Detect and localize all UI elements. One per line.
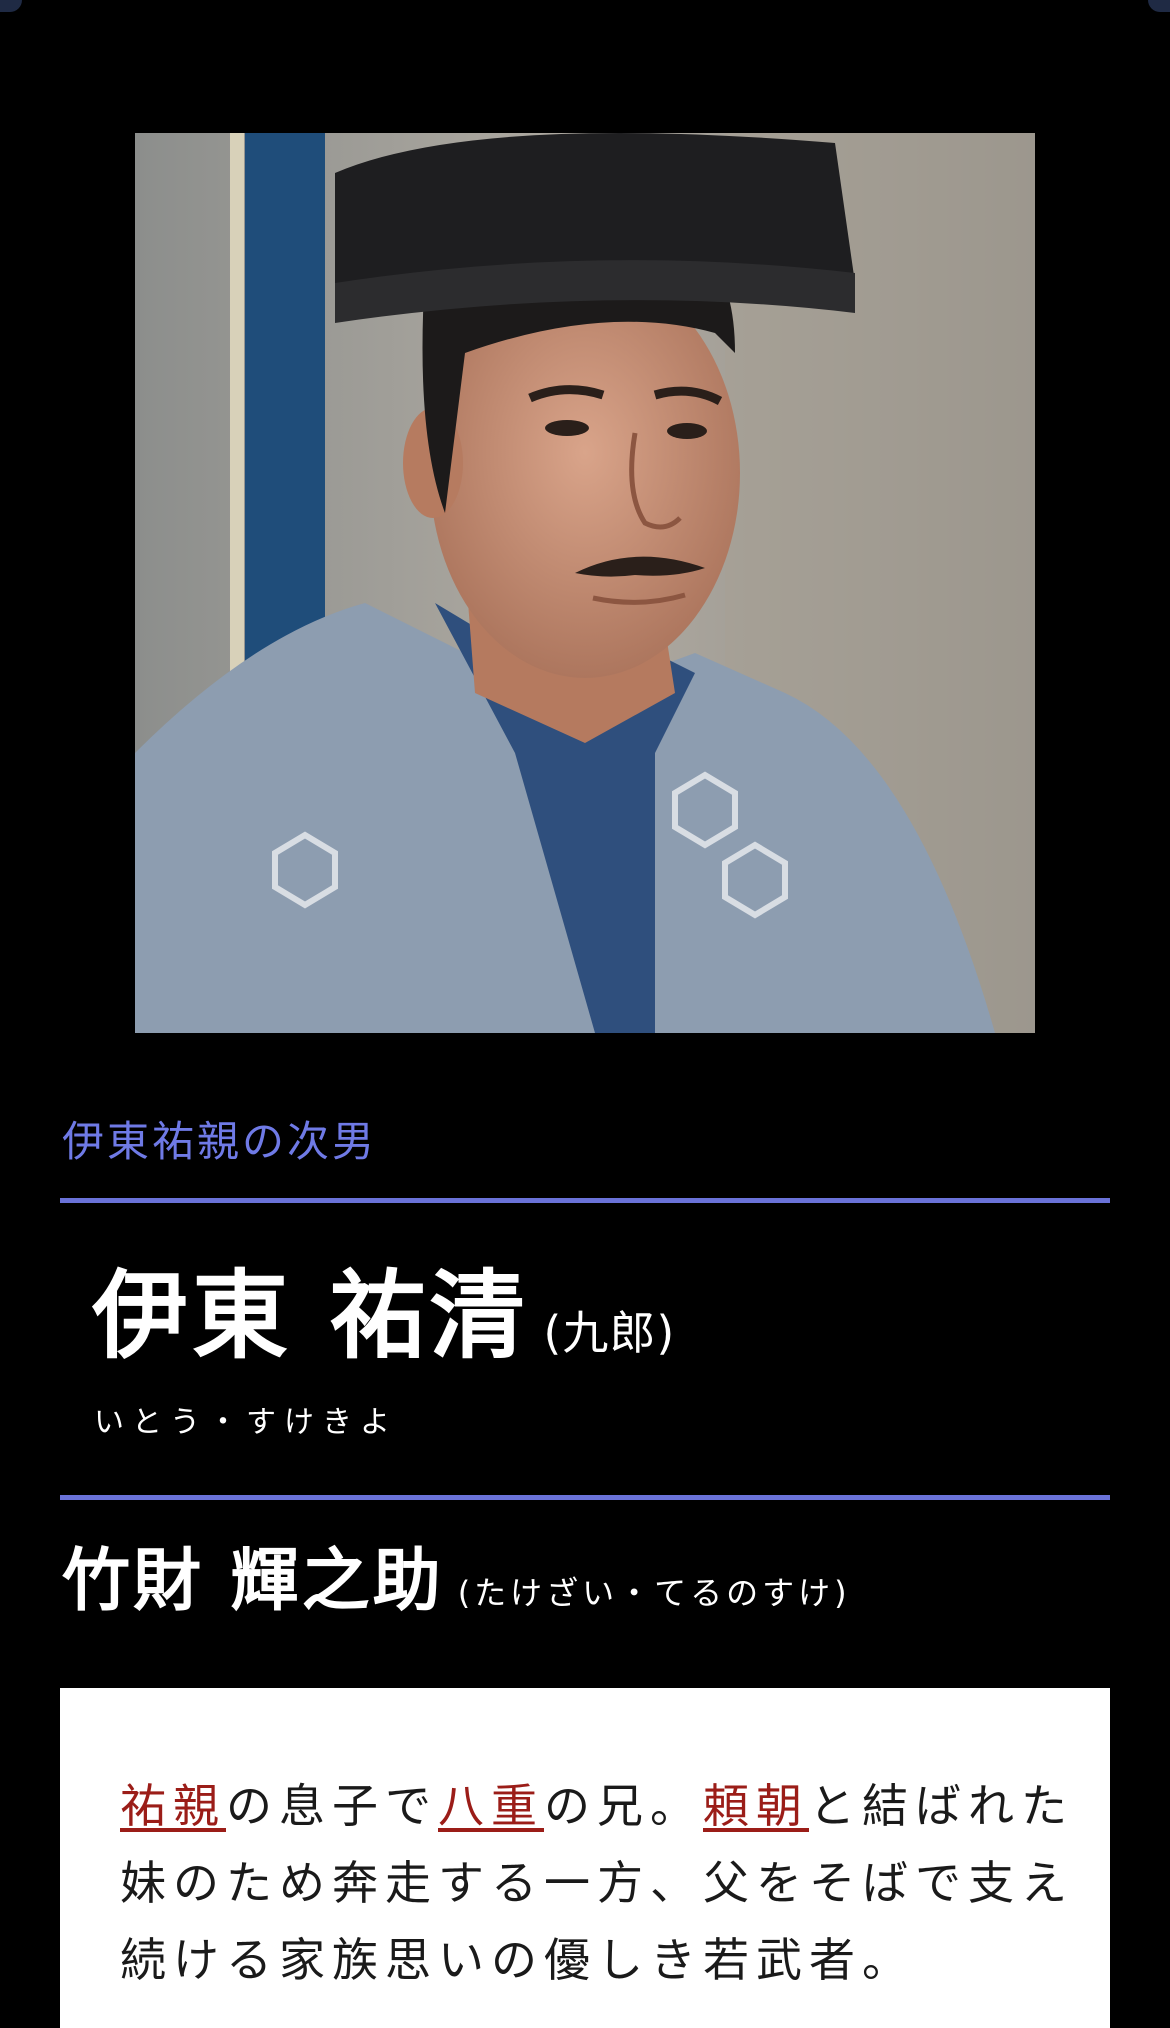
link-yoritomo[interactable]: 頼朝 (703, 1779, 809, 1833)
character-reading: いとう・すけきよ (94, 1405, 398, 1440)
character-name: 伊東 祐清 (92, 1260, 530, 1372)
description-segment: の息子で (226, 1779, 438, 1833)
description-text: 祐親の息子で八重の兄。頼朝と結ばれた妹のため奔走する一方、父をそばで支え続ける家… (120, 1768, 1080, 1999)
actor-block: 竹財 輝之助 (たけざい・てるのすけ) (62, 1548, 851, 1616)
character-alias: (九郎) (543, 1306, 676, 1360)
character-name-block: 伊東 祐清 (九郎) (92, 1268, 675, 1364)
actor-name: 竹財 輝之助 (62, 1542, 444, 1621)
link-sukechika[interactable]: 祐親 (120, 1779, 226, 1833)
description-card: 祐親の息子で八重の兄。頼朝と結ばれた妹のため奔走する一方、父をそばで支え続ける家… (60, 1688, 1110, 2028)
divider-top (60, 1198, 1110, 1203)
link-yae[interactable]: 八重 (438, 1779, 544, 1833)
top-left-corner (0, 0, 22, 12)
description-segment: の兄。 (544, 1779, 703, 1833)
divider-bottom (60, 1495, 1110, 1500)
character-portrait (135, 133, 1035, 1033)
top-right-corner (1148, 0, 1170, 12)
actor-reading: (たけざい・てるのすけ) (457, 1574, 851, 1612)
character-role: 伊東祐親の次男 (62, 1117, 378, 1166)
